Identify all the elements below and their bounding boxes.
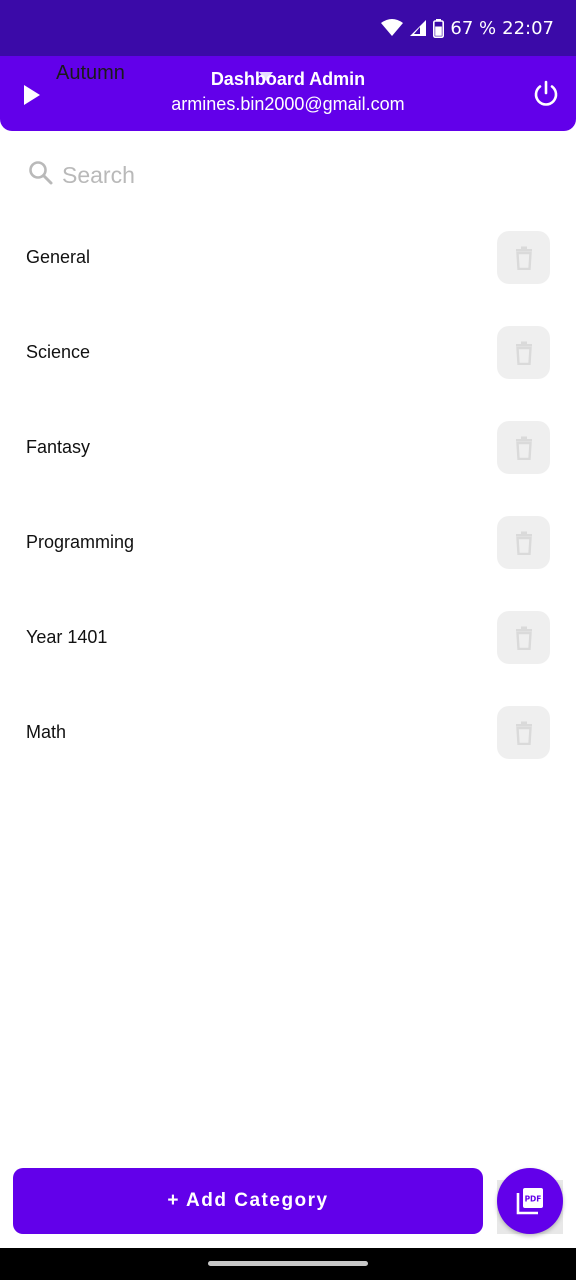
trash-icon	[515, 246, 532, 270]
battery-percent: 67 %	[450, 17, 497, 39]
category-label: Math	[26, 722, 67, 742]
trash-icon	[515, 721, 532, 745]
search-bar	[28, 158, 548, 192]
status-bar: 67 % 22:07	[0, 0, 576, 56]
add-category-button[interactable]: + Add Category	[13, 1168, 483, 1234]
list-item[interactable]: Programming	[0, 495, 576, 590]
clock: 22:07	[502, 17, 554, 39]
list-item[interactable]: Fantasy	[0, 400, 576, 495]
category-label: Science	[26, 342, 91, 362]
status-indicators: 67 % 22:07	[381, 16, 554, 40]
list-item[interactable]: General	[0, 210, 576, 305]
delete-button[interactable]	[497, 421, 550, 474]
category-list: General Science Fantasy Programming Year…	[0, 210, 576, 780]
wifi-icon	[381, 19, 404, 37]
list-item[interactable]: Science	[0, 305, 576, 400]
list-item[interactable]: Math	[0, 685, 576, 780]
search-icon	[28, 160, 60, 191]
delete-button[interactable]	[497, 516, 550, 569]
battery-icon	[433, 18, 445, 38]
home-gesture-handle[interactable]	[208, 1261, 368, 1266]
power-icon[interactable]	[532, 79, 560, 107]
delete-button[interactable]	[497, 611, 550, 664]
signal-icon	[409, 19, 427, 37]
category-label: Year 1401	[26, 627, 108, 647]
delete-button[interactable]	[497, 706, 550, 759]
list-item[interactable]: Year 1401	[0, 590, 576, 685]
user-email: armines.bin2000@gmail.com	[171, 94, 405, 114]
trash-icon	[515, 341, 532, 365]
pdf-icon: PDF	[516, 1188, 543, 1215]
delete-button[interactable]	[497, 326, 550, 379]
svg-text:PDF: PDF	[525, 1195, 542, 1204]
delete-button[interactable]	[497, 231, 550, 284]
category-label: General	[26, 247, 91, 267]
pdf-button[interactable]: PDF	[497, 1168, 563, 1234]
app-bar: Autumn Dashboard Admin armines.bin2000@g…	[0, 56, 576, 131]
system-nav-bar	[0, 1248, 576, 1280]
trash-icon	[515, 626, 532, 650]
search-input[interactable]	[60, 160, 524, 190]
category-label: Fantasy	[26, 437, 91, 457]
category-label: Programming	[26, 532, 135, 552]
trash-icon	[515, 531, 532, 555]
trash-icon	[515, 436, 532, 460]
page-title: Dashboard Admin	[210, 69, 366, 89]
